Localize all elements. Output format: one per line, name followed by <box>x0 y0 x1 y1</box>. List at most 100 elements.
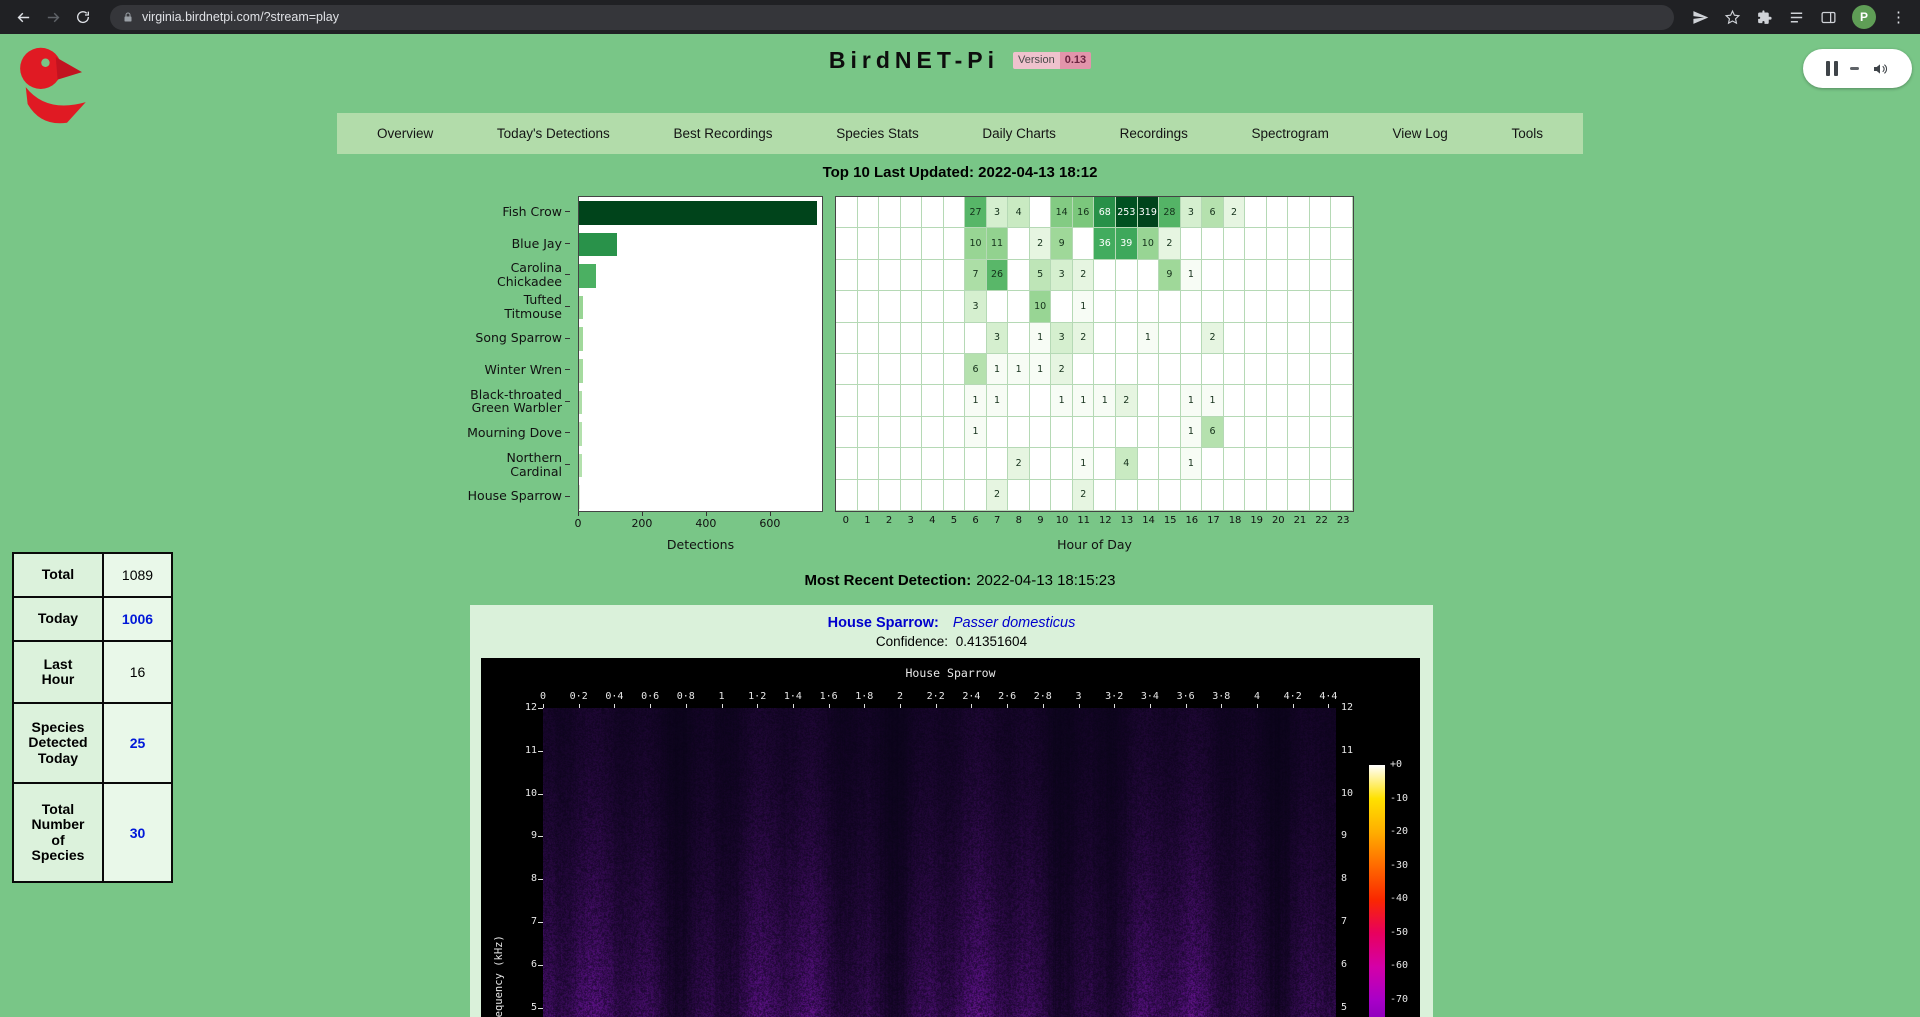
heatmap-cell: 1 <box>1094 385 1116 416</box>
time-tick-label: 4 <box>1254 691 1260 702</box>
heatmap-cell <box>901 448 923 479</box>
browser-reload-button[interactable] <box>70 4 96 30</box>
heatmap-cell <box>836 385 858 416</box>
heatmap-cell: 10 <box>1138 228 1160 259</box>
send-icon[interactable] <box>1692 9 1709 26</box>
heatmap-cell <box>944 385 966 416</box>
stats-row-last-hour: Last Hour16 <box>14 642 171 704</box>
nav-overview[interactable]: Overview <box>377 126 433 141</box>
bar-x-axis: 0200400600 <box>578 512 823 532</box>
frequency-tick-label: 6 <box>513 959 537 970</box>
stats-label: Last Hour <box>14 642 104 702</box>
hour-tick-label: 5 <box>943 515 965 526</box>
heatmap-cell: 2 <box>1030 228 1052 259</box>
stats-value: 16 <box>104 642 171 702</box>
hour-tick-label: 11 <box>1073 515 1095 526</box>
nav-view-log[interactable]: View Log <box>1392 126 1447 141</box>
heatmap-cell <box>1181 228 1203 259</box>
heatmap-cell <box>858 291 880 322</box>
frequency-tickmark <box>538 794 543 795</box>
heatmap-cell <box>922 385 944 416</box>
heatmap-cell: 28 <box>1159 197 1181 228</box>
detection-species-name[interactable]: House Sparrow: <box>828 615 939 631</box>
nav-species-stats[interactable]: Species Stats <box>836 126 919 141</box>
heatmap-cell: 6 <box>1202 417 1224 448</box>
nav-daily-charts[interactable]: Daily Charts <box>982 126 1056 141</box>
browser-forward-button[interactable] <box>40 4 66 30</box>
hour-tick-label: 17 <box>1203 515 1225 526</box>
hour-tick-label: 19 <box>1246 515 1268 526</box>
frequency-tick-label: 10 <box>1341 788 1353 799</box>
heatmap-cell <box>858 448 880 479</box>
heatmap-cell <box>1288 417 1310 448</box>
species-label: Carolina Chickadee <box>464 259 570 291</box>
heatmap-cell: 10 <box>965 228 987 259</box>
heatmap-cell <box>1159 480 1181 511</box>
frequency-tick-label: 8 <box>1341 873 1347 884</box>
frequency-tick-label: 7 <box>1341 916 1347 927</box>
heatmap-cell <box>1310 448 1332 479</box>
nav-today-s-detections[interactable]: Today's Detections <box>497 126 610 141</box>
nav-recordings[interactable]: Recordings <box>1120 126 1188 141</box>
spectrogram-panel: House Sparrow 00·20·40·60·811·21·41·61·8… <box>481 658 1420 1017</box>
time-tick-label: 0·6 <box>641 691 659 702</box>
detection-bar <box>579 201 817 225</box>
heatmap-cell <box>879 385 901 416</box>
browser-back-button[interactable] <box>10 4 36 30</box>
hour-tick-label: 2 <box>878 515 900 526</box>
heatmap-cell <box>1094 354 1116 385</box>
nav-best-recordings[interactable]: Best Recordings <box>673 126 772 141</box>
heatmap-cell <box>1267 323 1289 354</box>
extensions-icon[interactable] <box>1756 9 1773 26</box>
axis-tick-label: 0 <box>575 517 582 530</box>
nav-tools[interactable]: Tools <box>1511 126 1543 141</box>
heatmap-cell <box>944 291 966 322</box>
axis-tickmark <box>706 512 707 516</box>
hour-tick-label: 8 <box>1008 515 1030 526</box>
heatmap-cell <box>836 354 858 385</box>
species-label: Winter Wren <box>464 354 570 386</box>
heatmap-cell <box>1245 291 1267 322</box>
tab-list-icon[interactable] <box>1788 9 1805 26</box>
frequency-tick-label: 11 <box>513 745 537 756</box>
page-title: BirdNET-Pi <box>829 47 999 74</box>
heatmap-cell <box>1094 448 1116 479</box>
speaker-icon[interactable] <box>1871 61 1889 77</box>
stats-row-species-detected-today: Species Detected Today25 <box>14 704 171 784</box>
browser-menu-icon[interactable]: ⋮ <box>1891 10 1906 25</box>
pause-button[interactable] <box>1826 61 1838 76</box>
stats-row-total-number-of-species: Total Number of Species30 <box>14 784 171 881</box>
heatmap-cell <box>1051 480 1073 511</box>
nav-spectrogram[interactable]: Spectrogram <box>1252 126 1329 141</box>
stats-value[interactable]: 30 <box>104 784 171 881</box>
bookmark-star-icon[interactable] <box>1724 9 1741 26</box>
seek-dash[interactable] <box>1850 67 1859 70</box>
stats-value[interactable]: 25 <box>104 704 171 782</box>
heatmap-cell <box>1331 385 1353 416</box>
stats-value[interactable]: 1006 <box>104 598 171 640</box>
heatmap-cell <box>879 480 901 511</box>
heatmap-cell <box>1202 260 1224 291</box>
heatmap-cell: 16 <box>1073 197 1095 228</box>
heatmap-cell <box>879 228 901 259</box>
heatmap-cell <box>1181 480 1203 511</box>
heatmap-cell <box>1224 385 1246 416</box>
frequency-tick-label: 11 <box>1341 745 1353 756</box>
species-label: Black-throated Green Warbler <box>464 386 570 418</box>
address-bar[interactable]: virginia.birdnetpi.com/?stream=play <box>110 5 1674 30</box>
heatmap-cell <box>944 260 966 291</box>
heatmap-cell: 39 <box>1116 228 1138 259</box>
species-label: Blue Jay <box>464 228 570 260</box>
heatmap-cell <box>1159 417 1181 448</box>
heatmap-cell <box>1030 385 1052 416</box>
profile-avatar[interactable]: P <box>1852 5 1876 29</box>
side-panel-icon[interactable] <box>1820 9 1837 26</box>
heatmap-cell: 3 <box>1051 323 1073 354</box>
heatmap-cell <box>858 197 880 228</box>
stats-table: Total1089Today1006Last Hour16Species Det… <box>12 552 173 883</box>
time-tick-label: 3·4 <box>1141 691 1159 702</box>
hourly-heatmap: 2734141668253319283621011293639102726532… <box>835 196 1354 512</box>
heatmap-cell <box>965 480 987 511</box>
heatmap-cell <box>901 417 923 448</box>
heatmap-cell <box>1310 228 1332 259</box>
